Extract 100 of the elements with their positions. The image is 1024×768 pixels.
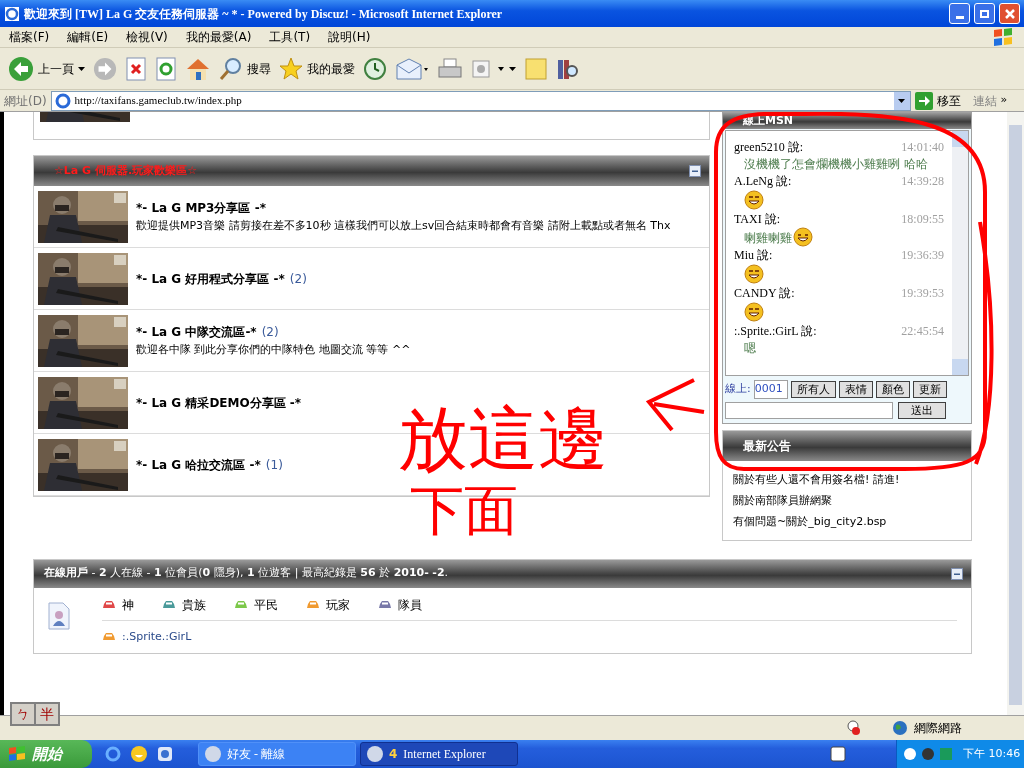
chat-author: TAXI 說: [734, 211, 781, 227]
toolbar-label[interactable]: 搜尋 [247, 59, 271, 78]
chat-time: 19:36:39 [901, 247, 944, 263]
forum-link[interactable]: *- La G MP3分享區 -* [136, 199, 266, 217]
page-scrollbar[interactable] [1007, 112, 1024, 715]
printer-icon[interactable] [437, 56, 463, 81]
address-label: 網址(D) [4, 92, 47, 110]
blocked-icon [844, 720, 862, 736]
minimize-button[interactable] [949, 3, 970, 24]
forum-link[interactable]: *- La G 中隊交流區-* [136, 323, 257, 341]
more-links[interactable]: » [1000, 92, 1008, 109]
forum-link[interactable]: *- La G 好用程式分享區 -* [136, 269, 285, 288]
zone-label: 網際網路 [914, 720, 963, 737]
handwritten-note: 放這邊 [398, 398, 608, 480]
taskbar-button[interactable]: 4 Internet Explorer [360, 742, 518, 766]
handwritten-note: 下面 [409, 480, 519, 542]
forum-link[interactable]: *- La G 哈拉交流區 -* [136, 455, 261, 474]
chat-message: 嗯 [744, 340, 756, 357]
chat-time: 14:01:40 [901, 139, 944, 155]
chat-button[interactable]: 更新 [912, 380, 947, 398]
smiley-icon [744, 264, 764, 284]
chat-button[interactable]: 顏色 [875, 380, 910, 398]
windows-logo-icon [8, 746, 26, 762]
smiley-icon [744, 302, 764, 322]
chat-time: 18:09:55 [901, 211, 944, 227]
ime-button[interactable]: 半 [35, 703, 59, 725]
online-count-field: 0001 [753, 380, 788, 399]
globe-icon [892, 720, 908, 736]
star-icon[interactable] [279, 56, 303, 81]
search-icon[interactable] [219, 56, 243, 81]
group-label: 隊員 [398, 596, 422, 614]
chat-author: :.Sprite.:GirL 說: [734, 323, 817, 339]
browser-icon[interactable] [104, 745, 122, 763]
thread-count: (2) [289, 270, 307, 288]
announcement-title: 最新公告 [743, 437, 791, 455]
group-label: 玩家 [326, 596, 350, 614]
send-button[interactable]: 送出 [898, 401, 946, 419]
window-title: 歡迎來到 [TW] La G 交友任務伺服器 ~ * - Powered by Discuz! - Microsoft Internet Explorer [24, 5, 504, 23]
tray-app-icon[interactable] [921, 747, 935, 761]
collapse-icon[interactable] [951, 567, 963, 580]
group-label: 神 [122, 596, 134, 614]
dropdown-arrow-icon[interactable] [509, 66, 516, 71]
chat-message: 喇雞喇雞 [744, 230, 792, 247]
tray-app-icon[interactable] [903, 747, 917, 761]
windows-logo-icon [992, 27, 1014, 47]
address-field[interactable]: http://taxifans.gameclub.tw/index.php [50, 90, 911, 111]
user-avatar-icon [48, 601, 70, 630]
chat-author: green5210 說: [734, 139, 803, 155]
forum-description: 歡迎各中隊 到此分享你們的中隊特色 地圖交流 等等 ^^ [136, 342, 411, 358]
page-icon [54, 92, 71, 109]
menu-item[interactable]: 檢視(V) [126, 28, 168, 46]
chat-time: 22:45:54 [901, 323, 944, 339]
group-label: 平民 [254, 596, 278, 614]
chat-time: 14:39:28 [901, 173, 944, 189]
smiley-icon [744, 190, 764, 210]
stop-icon[interactable] [125, 56, 147, 81]
announcement-link[interactable]: 關於南部隊員辦網聚 [733, 489, 961, 511]
online-stats: 在線用戶 -2 人在線 - 1 位會員(0 隱身), 1 位遊客 | 最高紀錄是 56 於 2010- -2. [44, 565, 450, 582]
menu-item[interactable]: 編輯(E) [67, 28, 109, 46]
chat-time: 19:39:53 [901, 285, 944, 301]
thread-count: (1) [265, 456, 283, 474]
arrow-scribble [645, 378, 706, 432]
dropdown-arrow-icon[interactable] [78, 66, 85, 71]
message-input[interactable] [725, 401, 893, 419]
browser-icon [4, 5, 20, 22]
announcement-link[interactable]: 關於有些人還不會用簽名檔! 請進! [733, 468, 961, 490]
chat-author: Miu 說: [734, 247, 773, 263]
ime-button[interactable]: ㄅ [11, 703, 35, 725]
close-button[interactable] [999, 3, 1020, 24]
toolbar-label[interactable]: 上一頁 [38, 59, 74, 78]
collapse-icon[interactable] [689, 165, 701, 177]
menu-item[interactable]: 工具(T) [269, 28, 311, 46]
tray-app-icon[interactable] [830, 746, 846, 762]
user-link[interactable]: :.Sprite.:GirL [122, 628, 192, 645]
taskbar-button[interactable]: 好友 - 離線 [198, 742, 356, 766]
forum-link[interactable]: *- La G 精采DEMO分享區 -* [136, 393, 302, 412]
restore-button[interactable] [974, 3, 995, 24]
chat-author: A.LeNg 說: [734, 173, 792, 189]
home-icon[interactable] [185, 56, 211, 81]
menu-item[interactable]: 我的最愛(A) [185, 28, 252, 46]
refresh-icon[interactable] [155, 56, 177, 81]
dropdown-arrow-icon[interactable] [898, 98, 906, 103]
menu-item[interactable]: 說明(H) [328, 28, 371, 46]
chat-button[interactable]: 表情 [838, 380, 873, 398]
menu-item[interactable]: 檔案(F) [9, 28, 50, 46]
online-label: 線上: [725, 381, 751, 397]
group-label: 貴族 [182, 596, 206, 614]
app-icon[interactable] [156, 745, 174, 763]
history-icon[interactable] [363, 56, 387, 81]
close-icon [1004, 8, 1015, 19]
clock: 下午 10:46 [963, 745, 1021, 762]
toolbar-label[interactable]: 我的最愛 [307, 59, 355, 78]
mail-icon[interactable] [395, 56, 429, 81]
smiley-icon[interactable] [130, 745, 148, 763]
go-button[interactable]: 移至 [936, 91, 961, 110]
chat-button[interactable]: 所有人 [790, 380, 836, 398]
scrollbar[interactable] [952, 131, 968, 375]
smiley-icon [793, 227, 813, 247]
thread-count: (2) [261, 324, 279, 341]
announcement-link[interactable]: 有個問題~關於_big_city2.bsp [733, 510, 961, 532]
